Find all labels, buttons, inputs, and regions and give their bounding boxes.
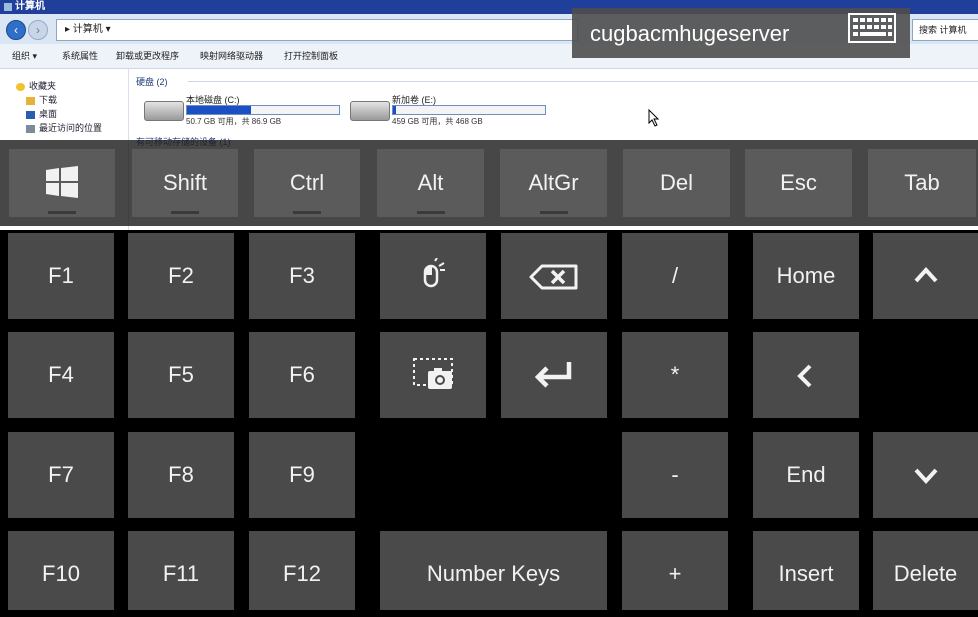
address-text: ▸ 计算机 ▾ (65, 24, 111, 35)
chevron-up-icon (914, 267, 938, 283)
f2-key[interactable]: F2 (128, 233, 234, 319)
mouse-click-key[interactable] (380, 233, 486, 319)
key-label: Tab (904, 170, 940, 195)
screenshot-camera-icon (413, 358, 453, 389)
f12-key[interactable]: F12 (249, 531, 355, 610)
plus-key[interactable]: + (622, 531, 728, 610)
key-label: Esc (780, 170, 817, 195)
f7-key[interactable]: F7 (8, 432, 114, 518)
hard-drive-icon (144, 101, 184, 121)
chevron-down-icon (914, 468, 938, 484)
delete-key[interactable]: Delete (873, 531, 978, 610)
key-label: Ctrl (289, 170, 325, 195)
nav-item-recent[interactable]: 最近访问的位置 (26, 121, 102, 135)
section-divider (188, 81, 978, 82)
f1-key[interactable]: F1 (8, 233, 114, 319)
shift-key[interactable]: Shift (132, 149, 238, 217)
recent-places-icon (26, 124, 35, 133)
f4-key[interactable]: F4 (8, 332, 114, 418)
modifier-indicator (293, 211, 321, 214)
hard-disks-header: 硬盘 (2) (136, 77, 168, 87)
backspace-key[interactable] (501, 233, 607, 319)
window-title: 计算机 (15, 1, 45, 12)
enter-icon (534, 362, 572, 388)
insert-key[interactable]: Insert (753, 531, 859, 610)
screenshot-key[interactable] (380, 332, 486, 418)
nav-label: 下载 (39, 95, 58, 105)
f9-key[interactable]: F9 (249, 432, 355, 518)
drive-free-text: 459 GB 可用，共 468 GB (392, 117, 483, 126)
nav-item-downloads[interactable]: 下载 (26, 93, 57, 107)
drive-usage-bar (392, 105, 546, 115)
server-banner: cugbacmhugeserver (572, 8, 910, 58)
down-arrow-key[interactable] (873, 432, 978, 518)
forward-icon[interactable]: › (28, 20, 48, 40)
left-arrow-key[interactable] (753, 332, 859, 418)
f8-key[interactable]: F8 (128, 432, 234, 518)
hard-drive-icon (350, 101, 390, 121)
system-properties-button[interactable]: 系统属性 (62, 44, 98, 68)
chevron-left-icon (797, 364, 812, 388)
mouse-click-icon (423, 258, 445, 288)
search-input[interactable]: 搜索 计算机 (912, 19, 978, 41)
asterisk-key[interactable]: * (622, 332, 728, 418)
modifier-indicator (416, 211, 445, 214)
windows-key[interactable] (9, 149, 115, 217)
f11-key[interactable]: F11 (128, 531, 234, 610)
f10-key[interactable]: F10 (8, 531, 114, 610)
modifier-indicator (48, 211, 76, 214)
f5-key[interactable]: F5 (128, 332, 234, 418)
nav-item-desktop[interactable]: 桌面 (26, 107, 57, 121)
end-key[interactable]: End (753, 432, 859, 518)
nav-label: 桌面 (39, 109, 58, 119)
open-control-panel-button[interactable]: 打开控制面板 (284, 44, 338, 68)
drive-usage-bar (186, 105, 340, 115)
downloads-folder-icon (26, 96, 35, 105)
key-label: AltGr (528, 170, 579, 195)
f3-key[interactable]: F3 (249, 233, 355, 319)
ctrl-key[interactable]: Ctrl (254, 149, 360, 217)
altgr-key[interactable]: AltGr (500, 149, 607, 217)
key-label: Shift (162, 170, 208, 195)
home-key[interactable]: Home (753, 233, 859, 319)
star-icon (16, 82, 25, 91)
number-keys-button[interactable]: Number Keys (380, 531, 607, 610)
drive-e[interactable]: 新加卷 (E:) 459 GB 可用，共 468 GB (350, 93, 560, 133)
nav-item-favorites[interactable]: 收藏夹 (16, 79, 56, 93)
keyboard-icon[interactable] (848, 13, 896, 43)
computer-icon (4, 3, 12, 11)
desktop-icon (26, 110, 35, 119)
del-key[interactable]: Del (623, 149, 730, 217)
windows-logo-icon (46, 166, 78, 198)
address-field[interactable]: ▸ 计算机 ▾ (56, 19, 578, 41)
key-label: Alt (417, 170, 444, 195)
enter-key[interactable] (501, 332, 607, 418)
modifier-indicator (171, 211, 199, 214)
nav-label: 收藏夹 (29, 81, 57, 91)
drive-usage-fill (187, 106, 251, 114)
key-label: Del (659, 170, 693, 195)
alt-key[interactable]: Alt (377, 149, 484, 217)
map-network-drive-button[interactable]: 映射网络驱动器 (200, 44, 263, 68)
up-arrow-key[interactable] (873, 233, 978, 319)
modifier-indicator (539, 211, 568, 214)
f6-key[interactable]: F6 (249, 332, 355, 418)
organize-button[interactable]: 组织 ▾ (12, 44, 37, 68)
backspace-icon (529, 264, 578, 290)
drive-usage-fill (393, 106, 397, 114)
cursor-icon (648, 109, 660, 127)
uninstall-program-button[interactable]: 卸载或更改程序 (116, 44, 179, 68)
slash-key[interactable]: / (622, 233, 728, 319)
back-icon[interactable]: ‹ (6, 20, 26, 40)
server-name: cugbacmhugeserver (590, 21, 790, 46)
minus-key[interactable]: - (622, 432, 728, 518)
tab-key[interactable]: Tab (868, 149, 976, 217)
drive-free-text: 50.7 GB 可用，共 86.9 GB (186, 117, 282, 126)
nav-label: 最近访问的位置 (39, 123, 103, 133)
esc-key[interactable]: Esc (745, 149, 852, 217)
drive-c[interactable]: 本地磁盘 (C:) 50.7 GB 可用，共 86.9 GB (144, 93, 354, 133)
